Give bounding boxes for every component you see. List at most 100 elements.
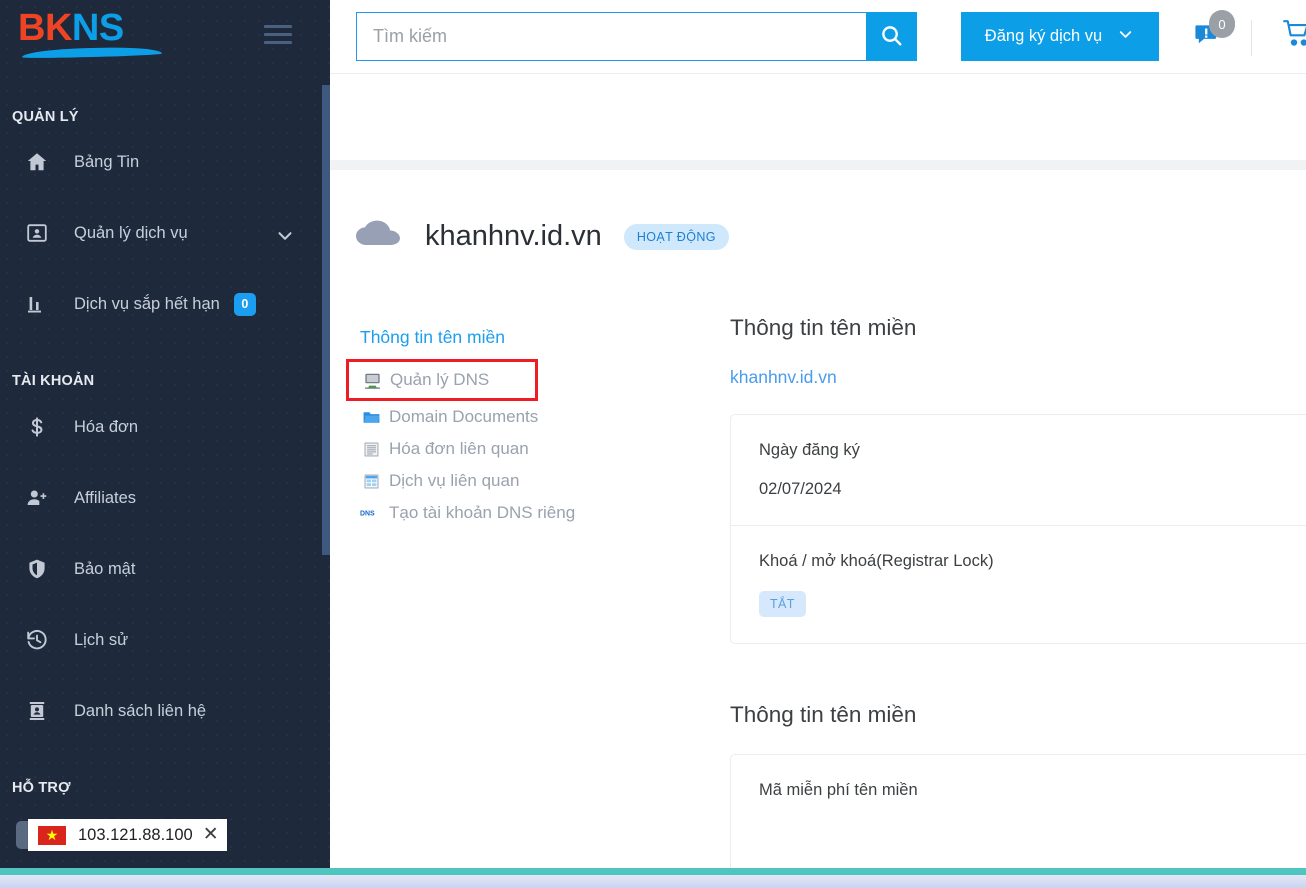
dollar-icon <box>20 415 54 439</box>
info-row-registrar-lock: Khoá / mở khoá(Registrar Lock) TẮT <box>731 526 1306 643</box>
domain-info-card: Ngày đăng ký 02/07/2024 Khoá / mở khoá(R… <box>730 414 1306 644</box>
shield-icon <box>20 557 54 581</box>
chevron-down-icon <box>1116 25 1135 49</box>
info-section-title: Thông tin tên miền <box>730 315 917 340</box>
page-title: khanhnv.id.vn <box>425 220 602 252</box>
info-row-value: 02/07/2024 <box>759 480 842 498</box>
flag-star: ★ <box>45 827 59 843</box>
info-row-free-domain-code: Mã miễn phí tên miền <box>731 755 1306 868</box>
sidebar-item-label: Quản lý dịch vụ <box>74 223 188 242</box>
search-icon <box>879 23 904 51</box>
hamburger-line <box>264 25 292 28</box>
sidebar-item-label: Lịch sử <box>74 630 129 649</box>
notification-badge: 0 <box>1209 10 1235 38</box>
sidebar-item-hoa-don[interactable]: Hóa đơn <box>0 403 330 451</box>
notification-button[interactable]: 0 <box>1185 10 1235 60</box>
sidebar-item-label: Affiliates <box>74 488 137 507</box>
app-root: BKNS QUẢN LÝ Bảng Tin Quản lý dịch vụ Dị… <box>0 0 1306 888</box>
domain-info-card-2: Mã miễn phí tên miền <box>730 754 1306 868</box>
register-service-button[interactable]: Đăng ký dịch vụ <box>961 12 1159 61</box>
services-icon <box>20 221 54 245</box>
menu-item-tao-tai-khoan-dns-rieng[interactable]: DNS Tạo tài khoản DNS riêng <box>352 497 712 529</box>
search-input[interactable] <box>356 12 866 61</box>
menu-item-label: Hóa đơn liên quan <box>389 439 529 458</box>
sidebar-item-quan-ly-dich-vu[interactable]: Quản lý dịch vụ <box>0 209 330 257</box>
menu-item-label: Domain Documents <box>389 407 539 426</box>
folder-icon <box>360 408 382 427</box>
sidebar-scrollbar-thumb[interactable] <box>322 85 330 555</box>
home-icon <box>20 150 54 174</box>
sidebar-item-label: Hóa đơn <box>74 417 139 436</box>
menu-item-hoa-don-lien-quan[interactable]: Hóa đơn liên quan <box>352 433 712 465</box>
menu-item-domain-documents[interactable]: Domain Documents <box>352 401 712 433</box>
sidebar-header: BKNS <box>0 0 330 74</box>
content-separator <box>330 160 1306 170</box>
sidebar-item-bang-tin[interactable]: Bảng Tin <box>0 138 330 186</box>
domain-link[interactable]: khanhnv.id.vn <box>730 367 1306 388</box>
sidebar-item-label: Danh sách liên hệ <box>74 701 207 720</box>
sidebar-item-dich-vu-sap-het-han[interactable]: Dịch vụ sắp hết hạn 0 <box>0 280 330 328</box>
sidebar-section-title-quan-ly: QUẢN LÝ <box>12 109 79 125</box>
menu-item-label: Dịch vụ liên quan <box>389 471 520 490</box>
info-row-label: Ngày đăng ký <box>759 441 860 459</box>
logo-ns-text: NS <box>71 7 124 49</box>
domain-header: khanhnv.id.vn HOẠT ĐỘNG <box>355 218 729 255</box>
ip-address-text: 103.121.88.100 <box>78 825 193 844</box>
search-bar <box>356 12 917 61</box>
bkns-logo[interactable]: BKNS <box>18 8 170 62</box>
svg-text:DNS: DNS <box>360 511 375 518</box>
menu-item-dich-vu-lien-quan[interactable]: Dịch vụ liên quan <box>352 465 712 497</box>
logo-bk-text: BK <box>18 7 72 49</box>
search-button[interactable] <box>866 12 917 61</box>
sidebar-item-label: Bảo mật <box>74 559 136 578</box>
top-header: Đăng ký dịch vụ 0 <box>330 0 1306 74</box>
bottom-teal-bar <box>0 868 1306 875</box>
menu-item-label: Tạo tài khoản DNS riêng <box>389 503 576 522</box>
breadcrumb-bar <box>330 75 1306 160</box>
cart-icon <box>1282 18 1306 55</box>
sidebar-item-badge: 0 <box>233 292 256 316</box>
dns-server-icon <box>361 371 383 390</box>
sidebar-item-label: Bảng Tin <box>74 152 140 171</box>
sidebar-section-title-tai-khoan: TÀI KHOẢN <box>12 373 95 389</box>
chevron-down-icon[interactable] <box>274 225 296 252</box>
grid-icon <box>360 472 382 491</box>
domain-info-section-2: Thông tin tên miền Mã miễn phí tên miền <box>730 702 1306 868</box>
cart-button[interactable] <box>1276 14 1306 58</box>
user-plus-icon <box>20 486 54 510</box>
hamburger-menu-icon[interactable] <box>264 25 292 49</box>
ip-address-widget[interactable]: ★ 103.121.88.100 ✕ <box>28 819 227 851</box>
register-service-label: Đăng ký dịch vụ <box>984 27 1103 45</box>
domain-side-menu: Thông tin tên miền Quản lý DNS Domain Do… <box>346 325 712 529</box>
info-section2-title: Thông tin tên miền <box>730 702 917 727</box>
domain-menu-heading: Thông tin tên miền <box>360 327 505 347</box>
sidebar-item-label: Dịch vụ sắp hết hạn <box>74 294 220 313</box>
vietnam-flag-icon: ★ <box>38 825 66 845</box>
close-icon[interactable]: ✕ <box>203 825 219 844</box>
status-badge: HOẠT ĐỘNG <box>623 223 729 250</box>
invoice-icon <box>360 440 382 459</box>
sidebar-item-danh-sach-lien-he[interactable]: Danh sách liên hệ <box>0 687 330 735</box>
contact-card-icon <box>20 699 54 723</box>
sidebar-item-bao-mat[interactable]: Bảo mật <box>0 545 330 593</box>
main-content: khanhnv.id.vn HOẠT ĐỘNG Thông tin tên mi… <box>330 170 1306 868</box>
dns-text-icon: DNS <box>360 507 382 519</box>
hamburger-line <box>264 33 292 36</box>
sidebar-section-title-ho-tro: HỖ TRỢ <box>12 780 71 796</box>
registrar-lock-status-chip[interactable]: TẮT <box>759 591 806 617</box>
hamburger-line <box>264 41 292 44</box>
info-row-registration-date: Ngày đăng ký 02/07/2024 <box>731 415 1306 526</box>
history-icon <box>20 628 54 652</box>
cloud-icon <box>355 218 401 255</box>
sidebar: BKNS QUẢN LÝ Bảng Tin Quản lý dịch vụ Dị… <box>0 0 330 868</box>
bar-chart-icon <box>20 292 54 316</box>
info-row-label: Mã miễn phí tên miền <box>759 781 918 799</box>
domain-info-panel: Thông tin tên miền khanhnv.id.vn Ngày đă… <box>730 315 1306 868</box>
sidebar-item-affiliates[interactable]: Affiliates <box>0 474 330 522</box>
header-divider <box>1251 20 1252 56</box>
info-row-label: Khoá / mở khoá(Registrar Lock) <box>759 552 994 570</box>
sidebar-item-lich-su[interactable]: Lịch sử <box>0 616 330 664</box>
menu-item-label: Quản lý DNS <box>390 370 490 389</box>
bottom-lavender-bar <box>0 875 1306 888</box>
menu-item-quan-ly-dns[interactable]: Quản lý DNS <box>346 359 538 401</box>
